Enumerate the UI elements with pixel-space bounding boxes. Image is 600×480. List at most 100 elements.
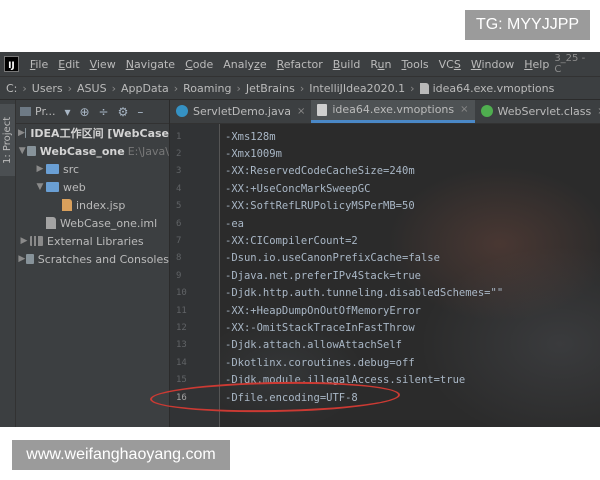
close-icon[interactable]: × [297, 106, 305, 117]
breadcrumb-label: Users [31, 81, 63, 95]
line-number: 13 [176, 340, 187, 351]
code-line[interactable]: -Dkotlinx.coroutines.debug=off [221, 354, 415, 371]
expand-right-icon[interactable]: ▶ [18, 128, 25, 138]
code-line[interactable]: -XX:-OmitStackTraceInFastThrow [221, 319, 415, 336]
breadcrumb: C: › Users › ASUS › AppData › Roaming › JetBrains ›… [0, 76, 600, 100]
tree-item[interactable]: ▼ web [16, 178, 169, 196]
gear-icon[interactable]: ⚙ [118, 105, 129, 119]
menu-mnemonic: B [332, 57, 341, 71]
menu-item[interactable]: Refactor [272, 58, 328, 71]
breadcrumb-label: C: [6, 81, 18, 95]
code-line[interactable]: -Xmx1009m [221, 145, 282, 162]
breadcrumb-label: AppData [120, 81, 169, 95]
menu-item[interactable]: VCS [434, 58, 466, 71]
menu-item[interactable]: Run [365, 58, 396, 71]
chevron-right-icon: › [236, 81, 241, 95]
line-number: 11 [176, 305, 187, 316]
expand-down-icon[interactable]: ▼ [18, 146, 27, 156]
line-number: 7 [176, 236, 182, 247]
tree-item[interactable]: ▼ WebCase_one E:\Java\ [16, 142, 169, 160]
tree-item[interactable]: ▶ IDEA工作区间 [WebCase [16, 124, 169, 142]
tree-item[interactable]: ▶ Scratches and Consoles [16, 250, 169, 268]
code-line[interactable]: -XX:+UseConcMarkSweepGC [221, 180, 370, 197]
expand-down-icon[interactable]: ▼ [34, 182, 46, 192]
code-line[interactable]: -ea [221, 215, 244, 232]
code-line[interactable]: -Djdk.http.auth.tunneling.disabledScheme… [221, 285, 503, 302]
java-class-icon [176, 105, 188, 117]
code-line[interactable]: -Djava.net.preferIPv4Stack=true [221, 267, 421, 284]
ide-window: IJ File Edit View Navigate Code Analyze Refact… [0, 52, 600, 427]
tree-item[interactable]: index.jsp [16, 196, 169, 214]
editor-tab[interactable]: WebServlet.class× [475, 100, 600, 123]
menu-bar: IJ File Edit View Navigate Code Analyze Refact… [0, 52, 600, 76]
menu-mnemonic: E [58, 57, 66, 71]
menu-mnemonic: u [377, 57, 385, 71]
tool-window-strip: 1: Project [0, 100, 16, 427]
menu-item[interactable]: Help [519, 58, 554, 71]
project-panel: Pr... ▾ ⊕ ÷ ⚙ – ▶ IDEA工作区间 [WebCase ▼ WebCa… [16, 100, 170, 427]
menu-item[interactable]: Navigate [121, 58, 180, 71]
breadcrumb-item[interactable]: Roaming [183, 82, 231, 95]
code-line[interactable]: -Xms128m [221, 128, 276, 145]
code-line[interactable]: -XX:SoftRefLRUPolicyMSPerMB=50 [221, 198, 415, 215]
tree-item[interactable]: WebCase_one.iml [16, 214, 169, 232]
menu-mnemonic: S [453, 57, 461, 71]
hide-icon[interactable]: – [137, 105, 143, 119]
expand-right-icon[interactable]: ▶ [18, 254, 26, 264]
project-view-selector[interactable]: Pr... [35, 105, 55, 118]
breadcrumb-item[interactable]: JetBrains [246, 82, 295, 95]
project-view-icon [20, 107, 31, 116]
project-tool-tab[interactable]: 1: Project [0, 104, 15, 176]
breadcrumb-item[interactable]: idea64.exe.vmoptions [419, 82, 554, 95]
breadcrumb-item[interactable]: Users [32, 82, 63, 95]
line-number: 6 [176, 218, 182, 229]
close-icon[interactable]: × [460, 104, 468, 115]
line-number: 14 [176, 357, 187, 368]
project-tree: ▶ IDEA工作区间 [WebCase ▼ WebCase_one E:\Java\ ▶ s… [16, 124, 169, 268]
menu-item[interactable]: Build [328, 58, 366, 71]
menu-mnemonic: V [89, 57, 97, 71]
menu-item[interactable]: Tools [397, 58, 434, 71]
code-line[interactable]: -Dsun.io.useCanonPrefixCache=false [221, 250, 440, 267]
tree-item-label: External Libraries [47, 234, 144, 248]
tab-label: idea64.exe.vmoptions [332, 103, 455, 116]
chevron-right-icon: › [111, 81, 116, 95]
breadcrumb-item[interactable]: IntelliJIdea2020.1 [309, 82, 405, 95]
tree-item[interactable]: ▶ src [16, 160, 169, 178]
chevron-right-icon: › [299, 81, 305, 95]
breadcrumb-item[interactable]: AppData [121, 82, 169, 95]
breadcrumb-item[interactable]: ASUS [77, 82, 107, 95]
expand-right-icon[interactable]: ▶ [34, 164, 46, 174]
line-number: 2 [176, 149, 182, 160]
code-line[interactable]: -XX:+HeapDumpOnOutOfMemoryError [221, 302, 421, 319]
line-number: 10 [176, 288, 187, 299]
breadcrumb-item[interactable]: C: [0, 82, 17, 95]
menu-item[interactable]: Code [180, 58, 218, 71]
menu-item[interactable]: View [85, 58, 121, 71]
menu-mnemonic: N [125, 57, 134, 71]
chevron-down-icon[interactable]: ▾ [64, 105, 70, 119]
menu-item[interactable]: File [25, 58, 53, 71]
collapse-icon[interactable]: ÷ [99, 105, 109, 119]
menu-item[interactable]: Analyze [218, 58, 271, 71]
code-line[interactable]: -XX:ReservedCodeCacheSize=240m [221, 163, 415, 180]
compiled-class-icon [480, 105, 493, 117]
window-title: 3_25 - C [554, 53, 586, 75]
menu-item[interactable]: Edit [53, 58, 84, 71]
chevron-right-icon: › [173, 81, 179, 95]
tree-item-label: src [63, 162, 80, 176]
code-line[interactable]: -Djdk.attach.allowAttachSelf [221, 337, 402, 354]
editor-tab[interactable]: idea64.exe.vmoptions × [311, 100, 475, 123]
locate-icon[interactable]: ⊕ [79, 105, 89, 119]
editor-tab[interactable]: ServletDemo.java × [170, 100, 311, 123]
tree-item[interactable]: ▶ External Libraries [16, 232, 169, 250]
code-line[interactable]: -XX:CICompilerCount=2 [221, 232, 358, 249]
watermark-url: www.weifanghaoyang.com [12, 440, 230, 470]
menu-item[interactable]: Window [466, 58, 519, 71]
line-number: 1 [176, 131, 182, 142]
tree-item-path: E:\Java\ [127, 144, 169, 158]
expand-right-icon[interactable]: ▶ [18, 236, 30, 246]
watermark-tg: TG: MYYJJPP [465, 10, 590, 40]
source-folder-icon [46, 164, 59, 174]
menu-mnemonic: z [254, 57, 260, 71]
